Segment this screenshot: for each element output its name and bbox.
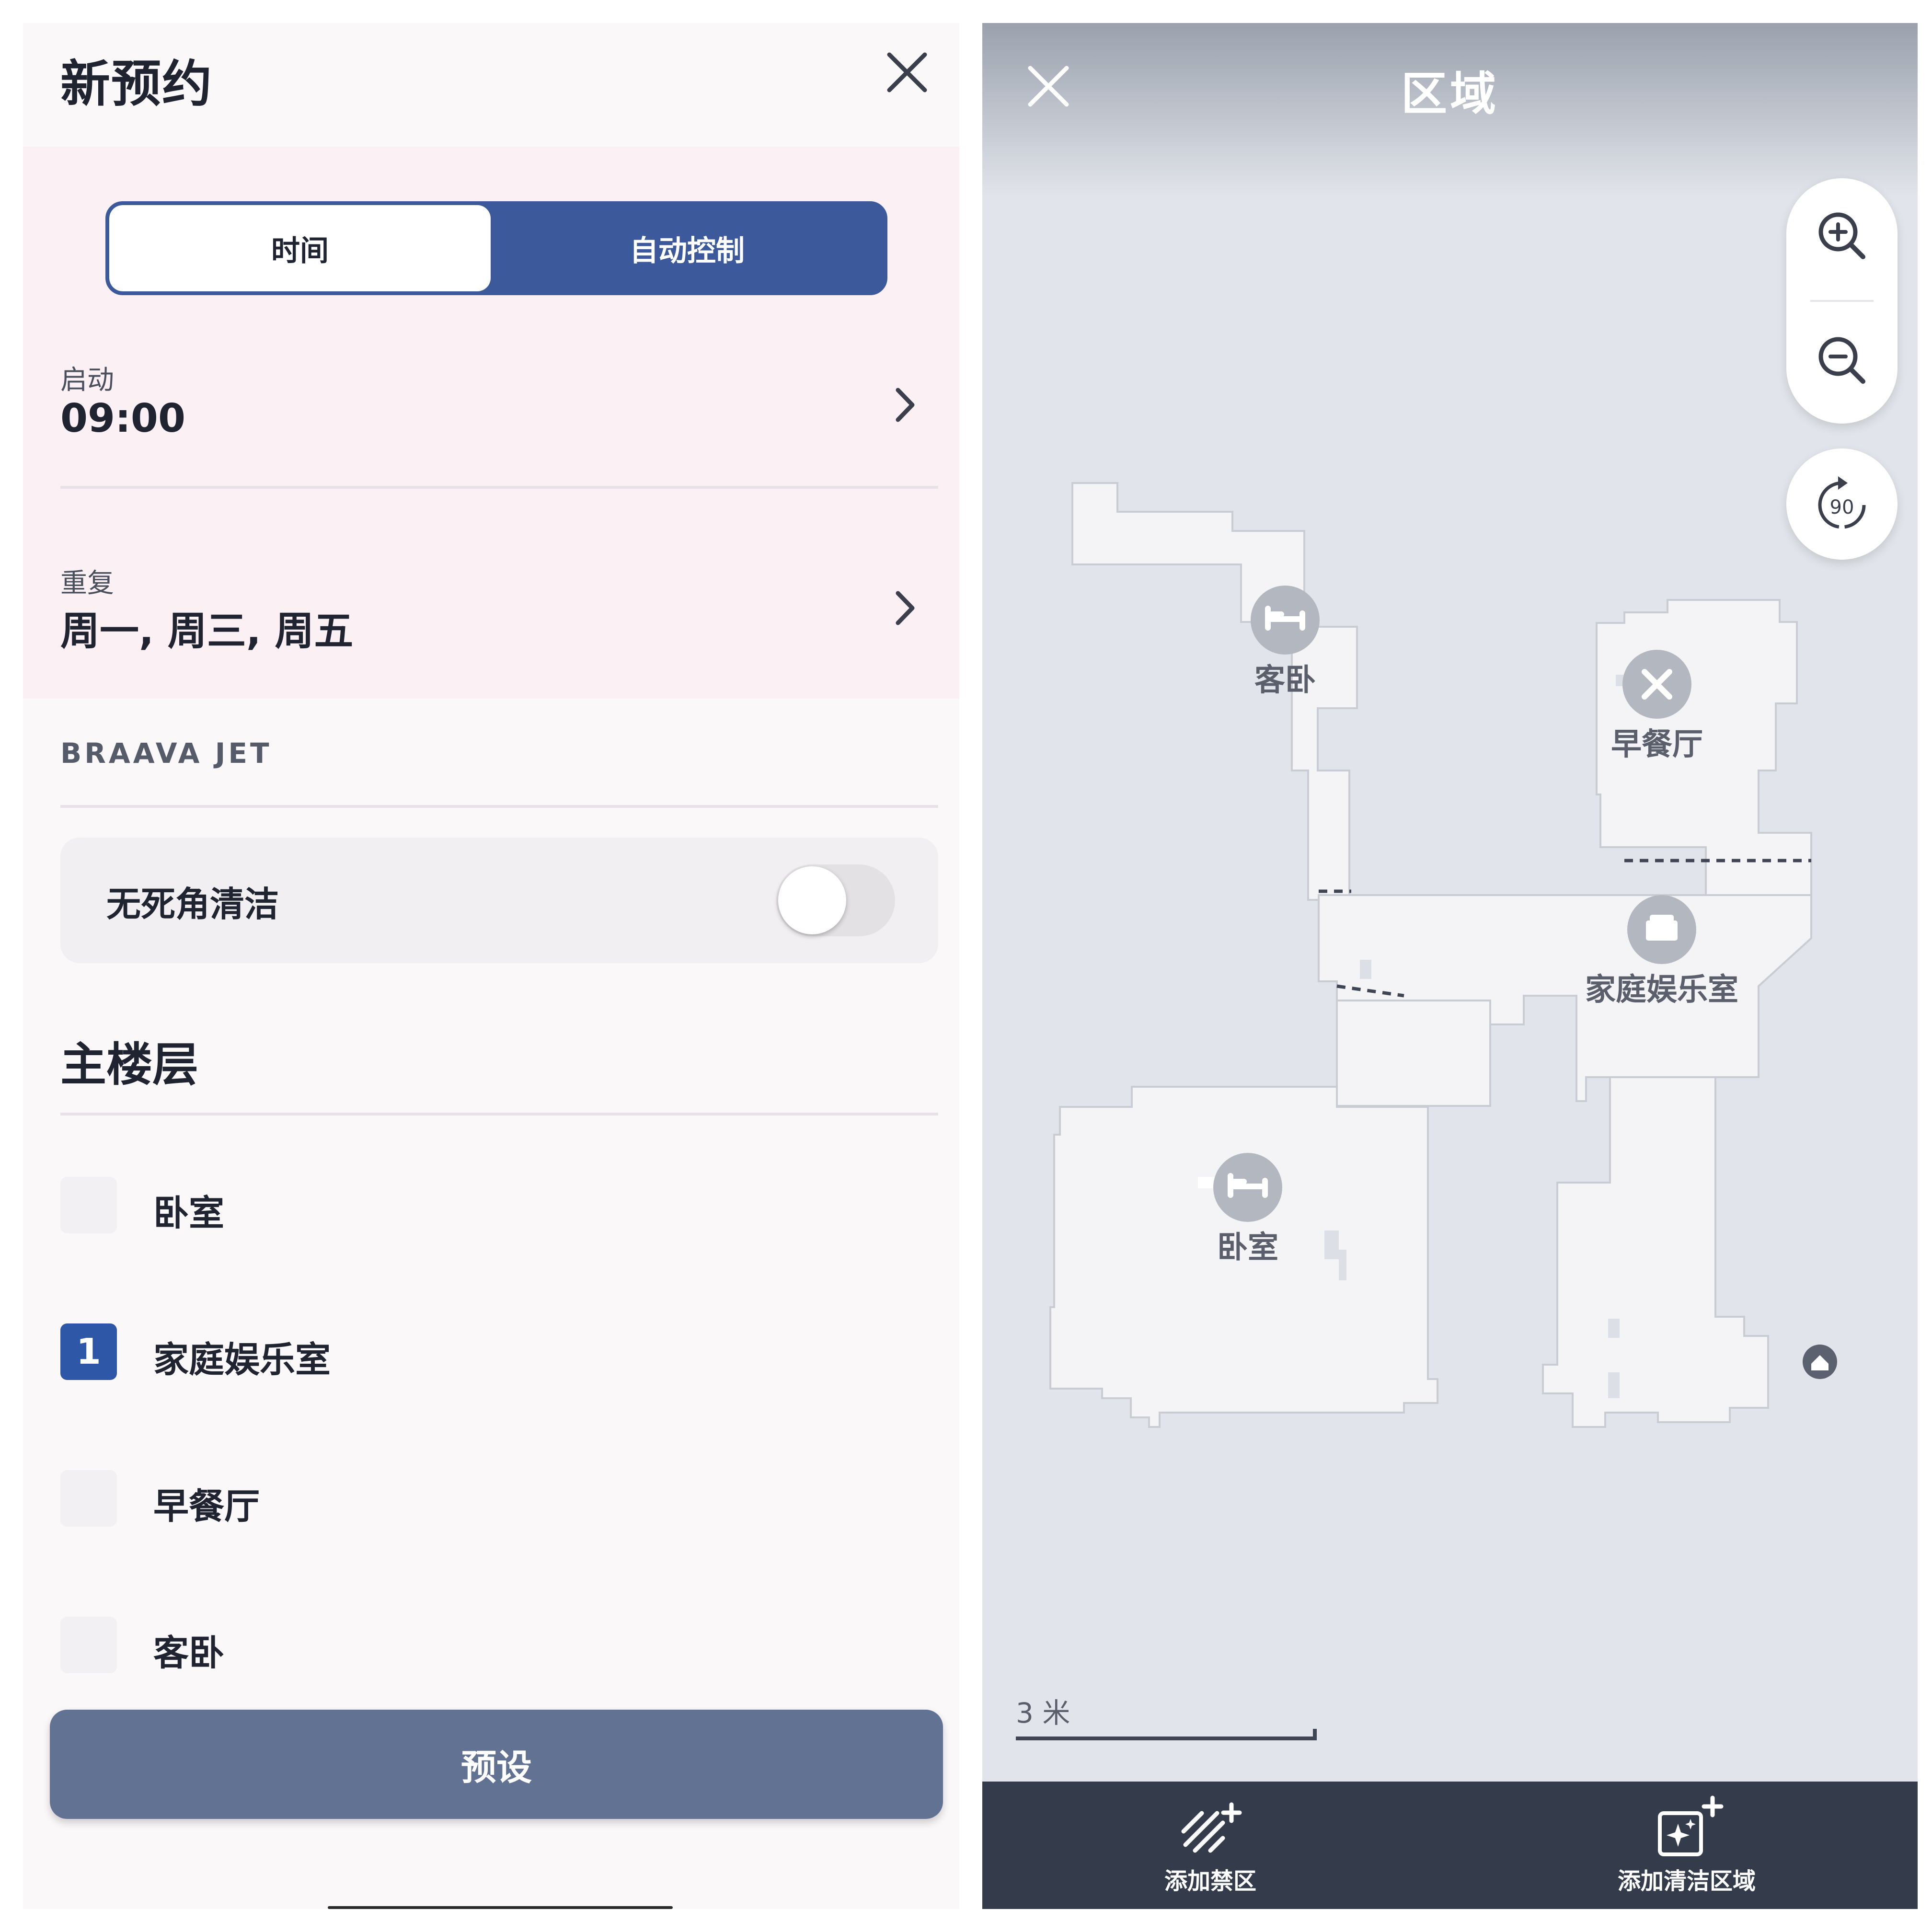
zoom-out-icon[interactable]: [1813, 332, 1871, 389]
room-label[interactable]: 家庭娱乐室: [153, 1331, 331, 1382]
clean-zone-icon[interactable]: [1653, 1791, 1725, 1863]
chevron-right-icon[interactable]: [891, 383, 920, 426]
mode-segmented-control: 时间 自动控制: [105, 201, 887, 295]
edge-clean-toggle[interactable]: [776, 864, 895, 936]
close-icon[interactable]: [881, 46, 933, 99]
map-room-label: 早餐厅: [1611, 727, 1703, 762]
room-label[interactable]: 早餐厅: [153, 1478, 260, 1529]
map-room-label: 家庭娱乐室: [1585, 972, 1738, 1008]
start-time-value[interactable]: 09:00: [60, 396, 185, 441]
page-title: 区域: [1401, 67, 1499, 121]
map-room-label: 卧室: [1217, 1230, 1278, 1265]
tab-time[interactable]: 时间: [109, 205, 491, 291]
room-checkbox-family-room[interactable]: 1: [60, 1323, 117, 1380]
start-label: 启动: [60, 365, 114, 396]
tab-auto-control[interactable]: 自动控制: [491, 205, 884, 291]
room-label[interactable]: 卧室: [153, 1184, 224, 1236]
rotate-label: 90: [1830, 496, 1854, 518]
add-keep-out-zone-label[interactable]: 添加禁区: [1091, 1862, 1330, 1896]
bottom-action-bar: 添加禁区 添加清洁区域: [982, 1782, 1918, 1909]
floor-map[interactable]: [982, 23, 1918, 1909]
repeat-label: 重复: [60, 568, 114, 599]
divider: [60, 1113, 938, 1116]
home-dock-icon[interactable]: [1803, 1345, 1837, 1379]
divider: [1810, 300, 1874, 302]
toggle-knob: [778, 866, 846, 934]
scale-label: 3 米: [1016, 1697, 1070, 1729]
armchair-icon[interactable]: [1627, 895, 1696, 964]
map-room-lower-wing: [1542, 1076, 1769, 1428]
room-checkbox-guest-bedroom[interactable]: [60, 1617, 117, 1673]
scale-bar: [1016, 1729, 1317, 1740]
chevron-right-icon[interactable]: [891, 586, 920, 630]
close-icon[interactable]: [1024, 62, 1072, 110]
edge-clean-label: 无死角清洁: [106, 884, 279, 924]
map-corridor: [1336, 1000, 1491, 1107]
repeat-days-value[interactable]: 周一, 周三, 周五: [60, 599, 353, 656]
rotate-icon: 90: [1818, 476, 1866, 529]
room-checkbox-breakfast-room[interactable]: [60, 1470, 117, 1527]
room-checkbox-bedroom[interactable]: [60, 1177, 117, 1233]
bed-icon[interactable]: [1213, 1153, 1282, 1222]
new-schedule-panel: 新预约 时间 自动控制 启动 09:00 重复 周一, 周三, 周五 BRAAV…: [23, 23, 959, 1909]
preset-button[interactable]: 预设: [50, 1710, 943, 1819]
divider: [60, 486, 938, 489]
zoom-in-icon[interactable]: [1813, 207, 1871, 264]
page-title: 新预约: [60, 55, 213, 113]
bed-icon[interactable]: [1251, 586, 1320, 655]
divider: [60, 805, 938, 808]
map-room-label: 客卧: [1254, 663, 1316, 698]
edge-clean-card: 无死角清洁: [60, 838, 938, 963]
fork-knife-icon[interactable]: [1622, 650, 1691, 719]
rotate-90-button[interactable]: 90: [1786, 448, 1898, 560]
add-clean-zone-label[interactable]: 添加清洁区域: [1567, 1862, 1806, 1896]
zoom-controls: [1786, 178, 1898, 424]
keep-out-zone-icon[interactable]: [1175, 1791, 1247, 1863]
floor-title: 主楼层: [60, 1038, 198, 1092]
device-section-heading: BRAAVA JET: [60, 737, 272, 770]
zone-map-panel: 客卧 早餐厅 家庭娱乐室 卧室 区域 90 3 米 添加禁区 添加清洁区域: [982, 23, 1918, 1909]
home-indicator: [328, 1906, 673, 1909]
room-label[interactable]: 客卧: [153, 1624, 224, 1676]
